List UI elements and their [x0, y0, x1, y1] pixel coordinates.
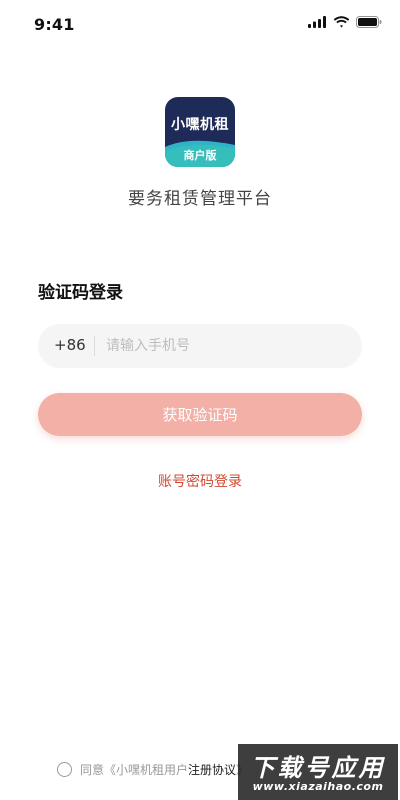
watermark: 下载号应用 www.xiazaihao.com	[238, 744, 398, 800]
login-heading: 验证码登录	[38, 283, 123, 303]
status-icons	[308, 16, 382, 28]
logo-title: 小嘿机租	[171, 117, 229, 133]
phone-field[interactable]: +86	[38, 324, 362, 368]
status-time: 9:41	[34, 15, 75, 34]
signal-icon	[308, 16, 326, 28]
watermark-url: www.xiazaihao.com	[252, 780, 384, 793]
get-code-button[interactable]: 获取验证码	[38, 393, 362, 436]
app-logo: 小嘿机租 商户版	[165, 97, 235, 167]
watermark-title: 下载号应用	[250, 754, 386, 782]
password-login-link[interactable]: 账号密码登录	[0, 471, 400, 491]
logo-badge: 商户版	[183, 149, 217, 162]
phone-input[interactable]	[106, 324, 346, 368]
field-divider	[94, 336, 95, 356]
wifi-icon	[333, 16, 350, 28]
country-code[interactable]: +86	[54, 336, 86, 354]
agree-checkbox[interactable]	[57, 762, 72, 777]
status-bar: 9:41	[0, 0, 400, 48]
register-agreement-link[interactable]: 注册协议	[188, 761, 236, 778]
battery-icon	[356, 16, 382, 28]
agreement-row: 同意《小嘿机租用户 注册协议 》	[57, 761, 248, 778]
platform-name: 要务租赁管理平台	[128, 189, 272, 209]
agreement-prefix: 同意《小嘿机租用户	[80, 763, 189, 777]
